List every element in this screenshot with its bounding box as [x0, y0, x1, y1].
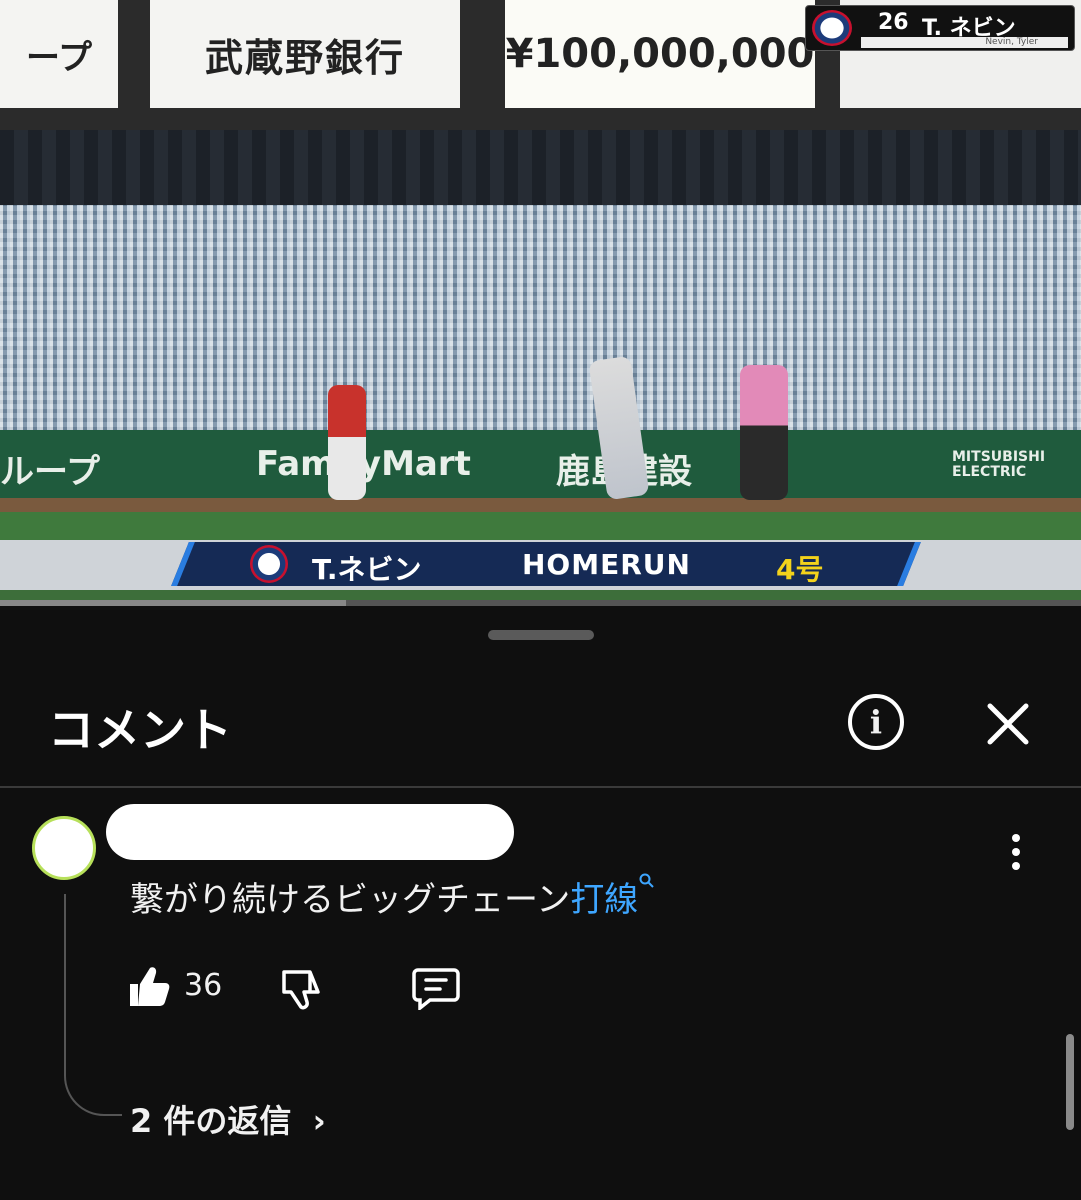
- ad-banner: ープ: [0, 0, 118, 108]
- ad-banner-bank: 武蔵野銀行: [150, 0, 460, 108]
- search-icon: [639, 873, 655, 888]
- comments-sheet: コメント i 繋がり続けるビッグチェーン打線 36 2 件の返信 ›: [0, 606, 1081, 1200]
- wall-ad: ループ: [0, 452, 100, 492]
- like-count: 36: [184, 968, 223, 1003]
- comment-text: 繋がり続けるビッグチェーン打線: [130, 872, 656, 921]
- player-scorebug: 26 T. ネビン Nevin, Tyler: [805, 5, 1075, 51]
- lower-third-event: HOMERUN: [522, 548, 691, 581]
- drag-handle[interactable]: [488, 630, 594, 640]
- fielder: [328, 385, 366, 500]
- lions-logo-icon: [250, 545, 288, 583]
- video-player[interactable]: ープ 武蔵野銀行 ¥100,000,000 ループ FamilyMart 鹿島建…: [0, 0, 1081, 606]
- crowd: [0, 205, 1081, 440]
- scrollbar[interactable]: [1066, 1034, 1074, 1130]
- thumbs-down-icon[interactable]: [280, 966, 324, 1010]
- chevron-right-icon: ›: [312, 1102, 326, 1140]
- thread-connector: [64, 894, 122, 1116]
- view-replies-button[interactable]: 2 件の返信 ›: [130, 1096, 326, 1142]
- comments-title: コメント: [48, 703, 232, 757]
- lions-logo-icon: [812, 10, 852, 46]
- thumbs-up-icon[interactable]: [128, 964, 170, 1008]
- reply-icon[interactable]: [412, 966, 460, 1010]
- close-icon[interactable]: [980, 696, 1036, 752]
- homerun-count: 4号: [776, 553, 824, 586]
- outfield-wall: ループ FamilyMart 鹿島建設 MITSUBISHI ELECTRIC: [0, 430, 1081, 498]
- wall-ad-mitsubishi: MITSUBISHI ELECTRIC: [952, 449, 1046, 480]
- avatar[interactable]: [32, 816, 96, 880]
- comment-author-redacted[interactable]: [106, 804, 514, 860]
- player-name-roman: Nevin, Tyler: [861, 37, 1068, 48]
- more-options-icon[interactable]: [1002, 832, 1030, 872]
- link-text[interactable]: 打線: [570, 880, 638, 920]
- ad-banner-prize: ¥100,000,000: [505, 0, 815, 108]
- lower-third-player: T.ネビン: [312, 553, 422, 586]
- info-icon[interactable]: i: [848, 694, 904, 750]
- replies-label[interactable]: 2 件の返信: [130, 1102, 291, 1140]
- umpire: [740, 365, 788, 500]
- header-divider: [0, 786, 1081, 788]
- stadium-roof: [0, 130, 1081, 210]
- player-number: 26: [878, 10, 909, 35]
- hashtag-search-link[interactable]: 打線: [570, 873, 656, 920]
- comment-body: 繋がり続けるビッグチェーン: [130, 880, 571, 920]
